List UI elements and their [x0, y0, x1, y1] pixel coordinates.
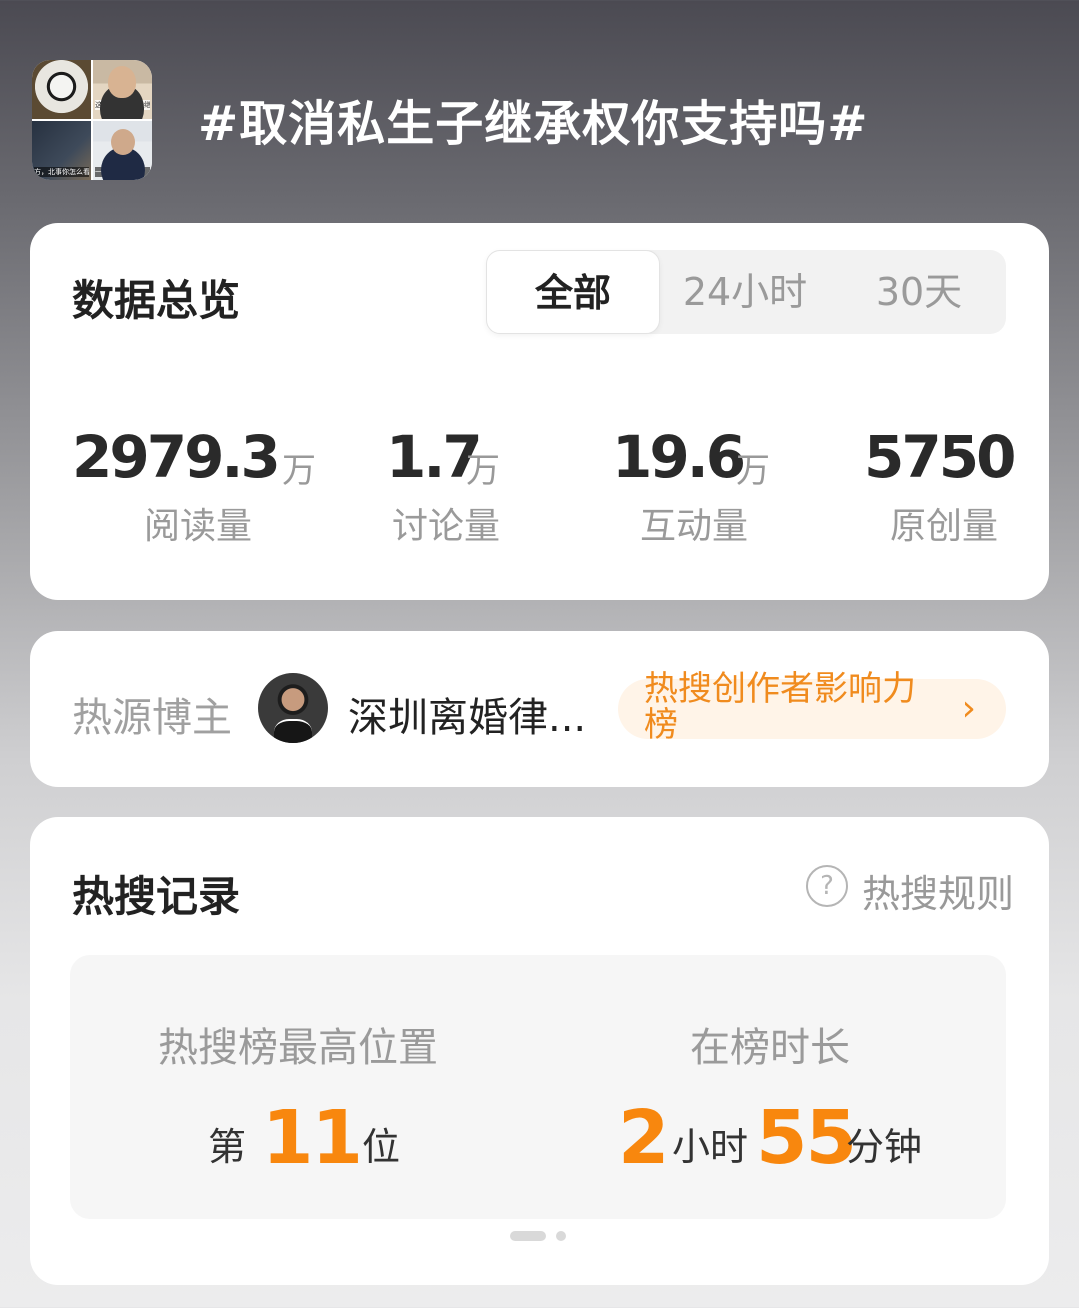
stat-value: 5750 [864, 423, 1016, 491]
overview-title: 数据总览 [72, 276, 241, 325]
hotsearch-title: 热搜记录 [72, 872, 241, 921]
drama-thumbnail: 方，北事你怎么看? [32, 121, 91, 180]
influence-link-label: 热搜创作者影响力榜 [644, 669, 916, 745]
blogger-name[interactable]: 深圳离婚律... [348, 685, 588, 743]
stat-label: 讨论量 [392, 506, 501, 547]
page-dot [556, 1231, 566, 1241]
peak-number: 11 [262, 1095, 363, 1181]
stat-value: 19.6 [612, 423, 746, 491]
panda-thumbnail [32, 60, 91, 119]
peak-position-label: 热搜榜最高位置 [158, 1025, 438, 1071]
stat-unit: 万 [282, 451, 316, 491]
duration-value: 2 小时 55 分钟 [618, 1095, 938, 1181]
record-panel: 热搜榜最高位置 第 11 位 在榜时长 2 小时 55 分钟 [70, 955, 1006, 1219]
stat-label: 原创量 [890, 506, 999, 547]
avatar[interactable] [258, 673, 328, 743]
lawyer-thumbnail: 一大家 [93, 121, 152, 180]
minutes-unit: 分钟 [846, 1125, 923, 1169]
tab-all[interactable]: 全部 [486, 250, 660, 334]
duration-minutes: 55 [756, 1095, 857, 1181]
cover-caption: 这个人不只生子继承权 [95, 100, 150, 110]
time-range-tabs: 全部 24小时 30天 [486, 250, 1006, 334]
hot-source-blogger-card: 热源博主 深圳离婚律... 热搜创作者影响力榜 › [30, 631, 1049, 787]
blogger-label: 热源博主 [72, 695, 232, 741]
hours-unit: 小时 [672, 1125, 749, 1169]
chevron-right-icon: › [961, 688, 976, 729]
peak-suffix: 位 [362, 1125, 401, 1169]
page-dot-active [510, 1231, 546, 1241]
topic-title: #取消私生子继承权你支持吗# [198, 96, 869, 152]
stat-label: 互动量 [640, 506, 749, 547]
peak-position-value: 第 11 位 [208, 1095, 408, 1181]
duration-label: 在榜时长 [690, 1025, 850, 1071]
topic-header: 这个人不只生子继承权 方，北事你怎么看? 一大家 #取消私生子继承权你支持吗# [32, 60, 1032, 182]
topic-cover-image[interactable]: 这个人不只生子继承权 方，北事你怎么看? 一大家 [32, 60, 152, 180]
tab-24-hours[interactable]: 24小时 [658, 250, 832, 334]
speaker-thumbnail: 这个人不只生子继承权 [93, 60, 152, 119]
hot-search-record-card: 热搜记录 ? 热搜规则 热搜榜最高位置 第 11 位 在榜时长 2 小时 55 … [30, 817, 1049, 1285]
cover-caption: 一大家 [95, 167, 150, 177]
stat-label: 阅读量 [144, 506, 253, 547]
data-overview-card: 数据总览 全部 24小时 30天 2979.3 万 阅读量 1.7 万 讨论量 … [30, 223, 1049, 600]
help-circle-icon: ? [806, 865, 848, 907]
stat-unit: 万 [736, 451, 770, 491]
cover-caption: 方，北事你怎么看? [34, 167, 89, 177]
peak-prefix: 第 [208, 1125, 247, 1169]
rules-label: 热搜规则 [862, 872, 1015, 916]
stat-unit: 万 [466, 451, 500, 491]
stat-value: 2979.3 [72, 423, 281, 491]
creator-influence-ranking-link[interactable]: 热搜创作者影响力榜 › [618, 671, 1006, 743]
duration-hours: 2 [618, 1095, 669, 1181]
tab-30-days[interactable]: 30天 [832, 250, 1006, 334]
